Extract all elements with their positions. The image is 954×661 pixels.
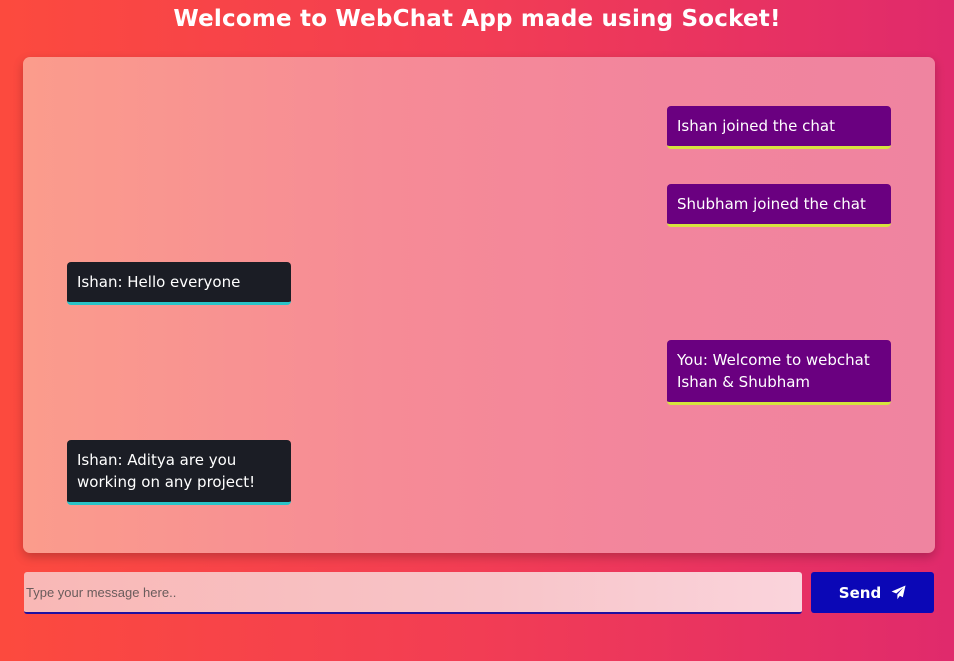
send-button[interactable]: Send xyxy=(811,572,934,613)
paper-plane-icon xyxy=(891,585,906,600)
message-system-join: Ishan joined the chat xyxy=(667,106,891,149)
message-outgoing: You: Welcome to webchat Ishan & Shubham xyxy=(667,340,891,405)
message-incoming: Ishan: Aditya are you working on any pro… xyxy=(67,440,291,505)
message-input[interactable] xyxy=(24,572,802,614)
send-button-label: Send xyxy=(838,583,882,602)
message-incoming: Ishan: Hello everyone xyxy=(67,262,291,305)
page-title: Welcome to WebChat App made using Socket… xyxy=(173,6,781,32)
chat-messages-panel[interactable]: Ishan joined the chat Shubham joined the… xyxy=(23,57,935,553)
message-system-join: Shubham joined the chat xyxy=(667,184,891,227)
